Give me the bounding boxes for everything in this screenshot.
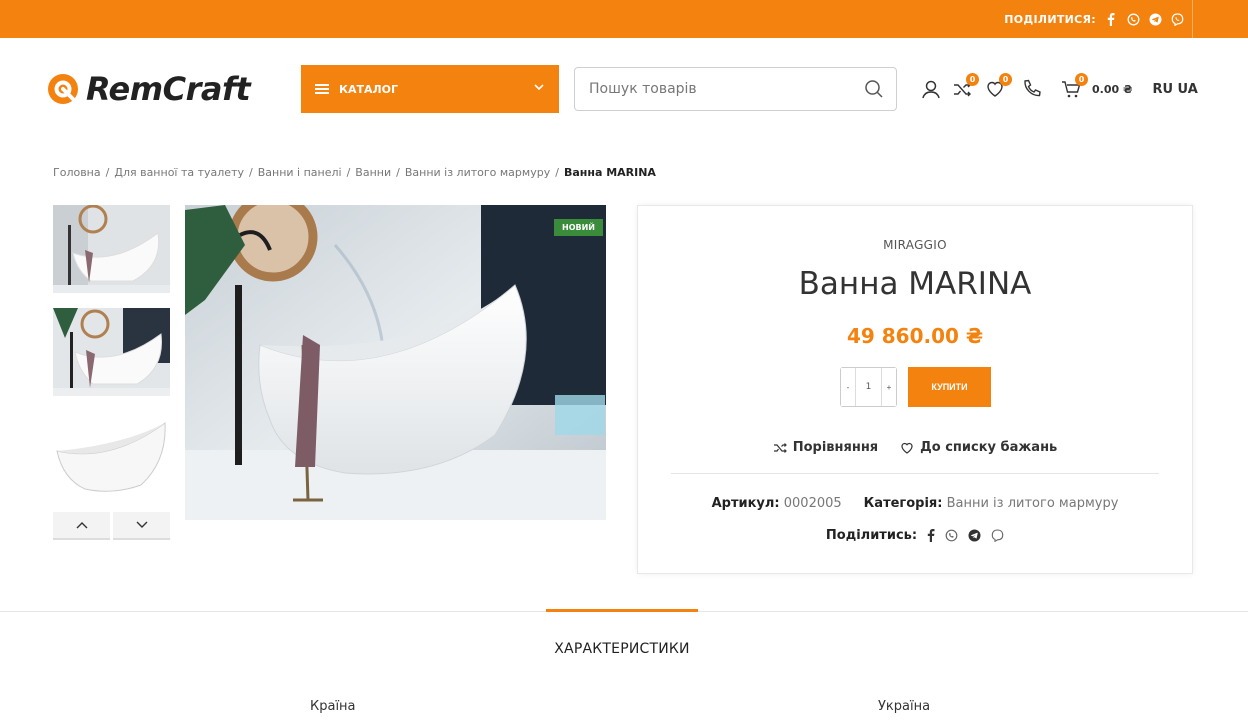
catalog-label: КАТАЛОГ [339,82,399,96]
topbar-share: ПОДІЛИТИСЯ: [1004,0,1184,38]
summary-divider [671,473,1159,474]
facebook-icon[interactable] [1104,12,1118,26]
top-bar: ПОДІЛИТИСЯ: [0,0,1248,38]
telegram-icon[interactable] [968,529,981,542]
search-box [574,67,897,111]
product-meta: Артикул: 0002005 Категорія: Ванни із лит… [638,496,1192,511]
compare-link[interactable]: Порівняння [773,440,878,455]
wishlist-count-badge: 0 [999,73,1012,86]
compare-count-badge: 0 [966,73,979,86]
account-icon[interactable] [920,78,942,100]
compare-icon[interactable]: 0 [951,73,979,100]
language-switcher: RU UA [1152,82,1197,97]
qty-decrease-button[interactable]: - [841,368,855,406]
product-sku: Артикул: 0002005 [711,496,842,511]
thumbnail-nav [53,512,170,540]
viber-icon[interactable] [991,529,1004,542]
facebook-icon[interactable] [927,529,935,542]
product-main-image[interactable] [185,205,606,520]
catalog-button[interactable]: КАТАЛОГ [301,65,559,113]
product-summary: MIRAGGIO Ванна MARINA 49 860.00 ₴ - 1 + … [637,205,1193,574]
product-category: Категорія: Ванни із литого мармуру [863,496,1119,511]
qty-increase-button[interactable]: + [882,368,896,406]
whatsapp-icon[interactable] [945,529,958,542]
breadcrumb-item[interactable]: Ванни із литого мармуру [405,166,550,179]
product-thumbnail[interactable] [53,411,170,499]
viber-icon[interactable] [1170,12,1184,26]
category-link[interactable]: Ванни із литого мармуру [947,496,1119,511]
whatsapp-icon[interactable] [1126,12,1140,26]
chevron-up-icon [76,522,87,529]
breadcrumb: Головна / Для ванної та туалету / Ванни … [53,166,656,179]
attribute-value: Україна [878,699,931,714]
new-badge: НОВИЙ [554,219,603,236]
wishlist-link[interactable]: До списку бажань [900,440,1057,455]
logo[interactable]: RemCraft [46,70,251,108]
tab-characteristics[interactable]: ХАРАКТЕРИСТИКИ [546,641,698,657]
buy-button[interactable]: КУПИТИ [908,367,991,407]
product-thumbnails [53,205,170,514]
chevron-down-icon [136,521,147,528]
topbar-divider [1192,0,1193,38]
attribute-name: Країна [310,699,356,714]
product-price: 49 860.00 ₴ [846,324,984,348]
quantity-stepper: - 1 + [840,367,897,407]
cart-count-badge: 0 [1075,73,1088,86]
lang-ua[interactable]: UA [1178,82,1198,97]
header-icons: 0 0 0 0.00 ₴ RU UA [920,73,1198,102]
breadcrumb-item[interactable]: Ванни [355,166,391,179]
product-brand[interactable]: MIRAGGIO [638,238,1192,252]
product-thumbnail[interactable] [53,205,170,293]
search-input[interactable] [589,81,839,97]
logo-icon [48,74,78,104]
phone-icon[interactable] [1021,78,1043,100]
breadcrumb-current: Ванна MARINA [563,166,656,179]
menu-icon [315,82,329,96]
search-icon[interactable] [864,79,884,99]
breadcrumb-home[interactable]: Головна [53,166,101,179]
logo-text: RemCraft [86,70,251,108]
cart-icon[interactable]: 0 [1060,73,1088,100]
tab-active-indicator [546,609,698,612]
wishlist-icon[interactable]: 0 [984,73,1012,100]
cart-total[interactable]: 0.00 ₴ [1092,83,1132,96]
product-title: Ванна MARINA [798,266,1032,302]
heart-icon [901,442,913,454]
breadcrumb-item[interactable]: Для ванної та туалету [114,166,244,179]
compare-label: Порівняння [792,440,879,455]
thumbnail-prev-button[interactable] [53,512,110,540]
topbar-share-label: ПОДІЛИТИСЯ: [1004,12,1096,26]
product-share-label: Поділитись: [825,528,918,543]
compare-icon [773,442,787,453]
qty-input[interactable]: 1 [855,368,882,406]
wishlist-label: До списку бажань [920,440,1058,455]
product-actions: Порівняння До списку бажань [638,440,1192,455]
product-share: Поділитись: [638,528,1192,543]
thumbnail-next-button[interactable] [113,512,170,540]
telegram-icon[interactable] [1148,12,1162,26]
product-thumbnail[interactable] [53,308,170,396]
breadcrumb-item[interactable]: Ванни і панелі [258,166,342,179]
chevron-down-icon [534,84,544,91]
lang-ru[interactable]: RU [1152,82,1173,97]
